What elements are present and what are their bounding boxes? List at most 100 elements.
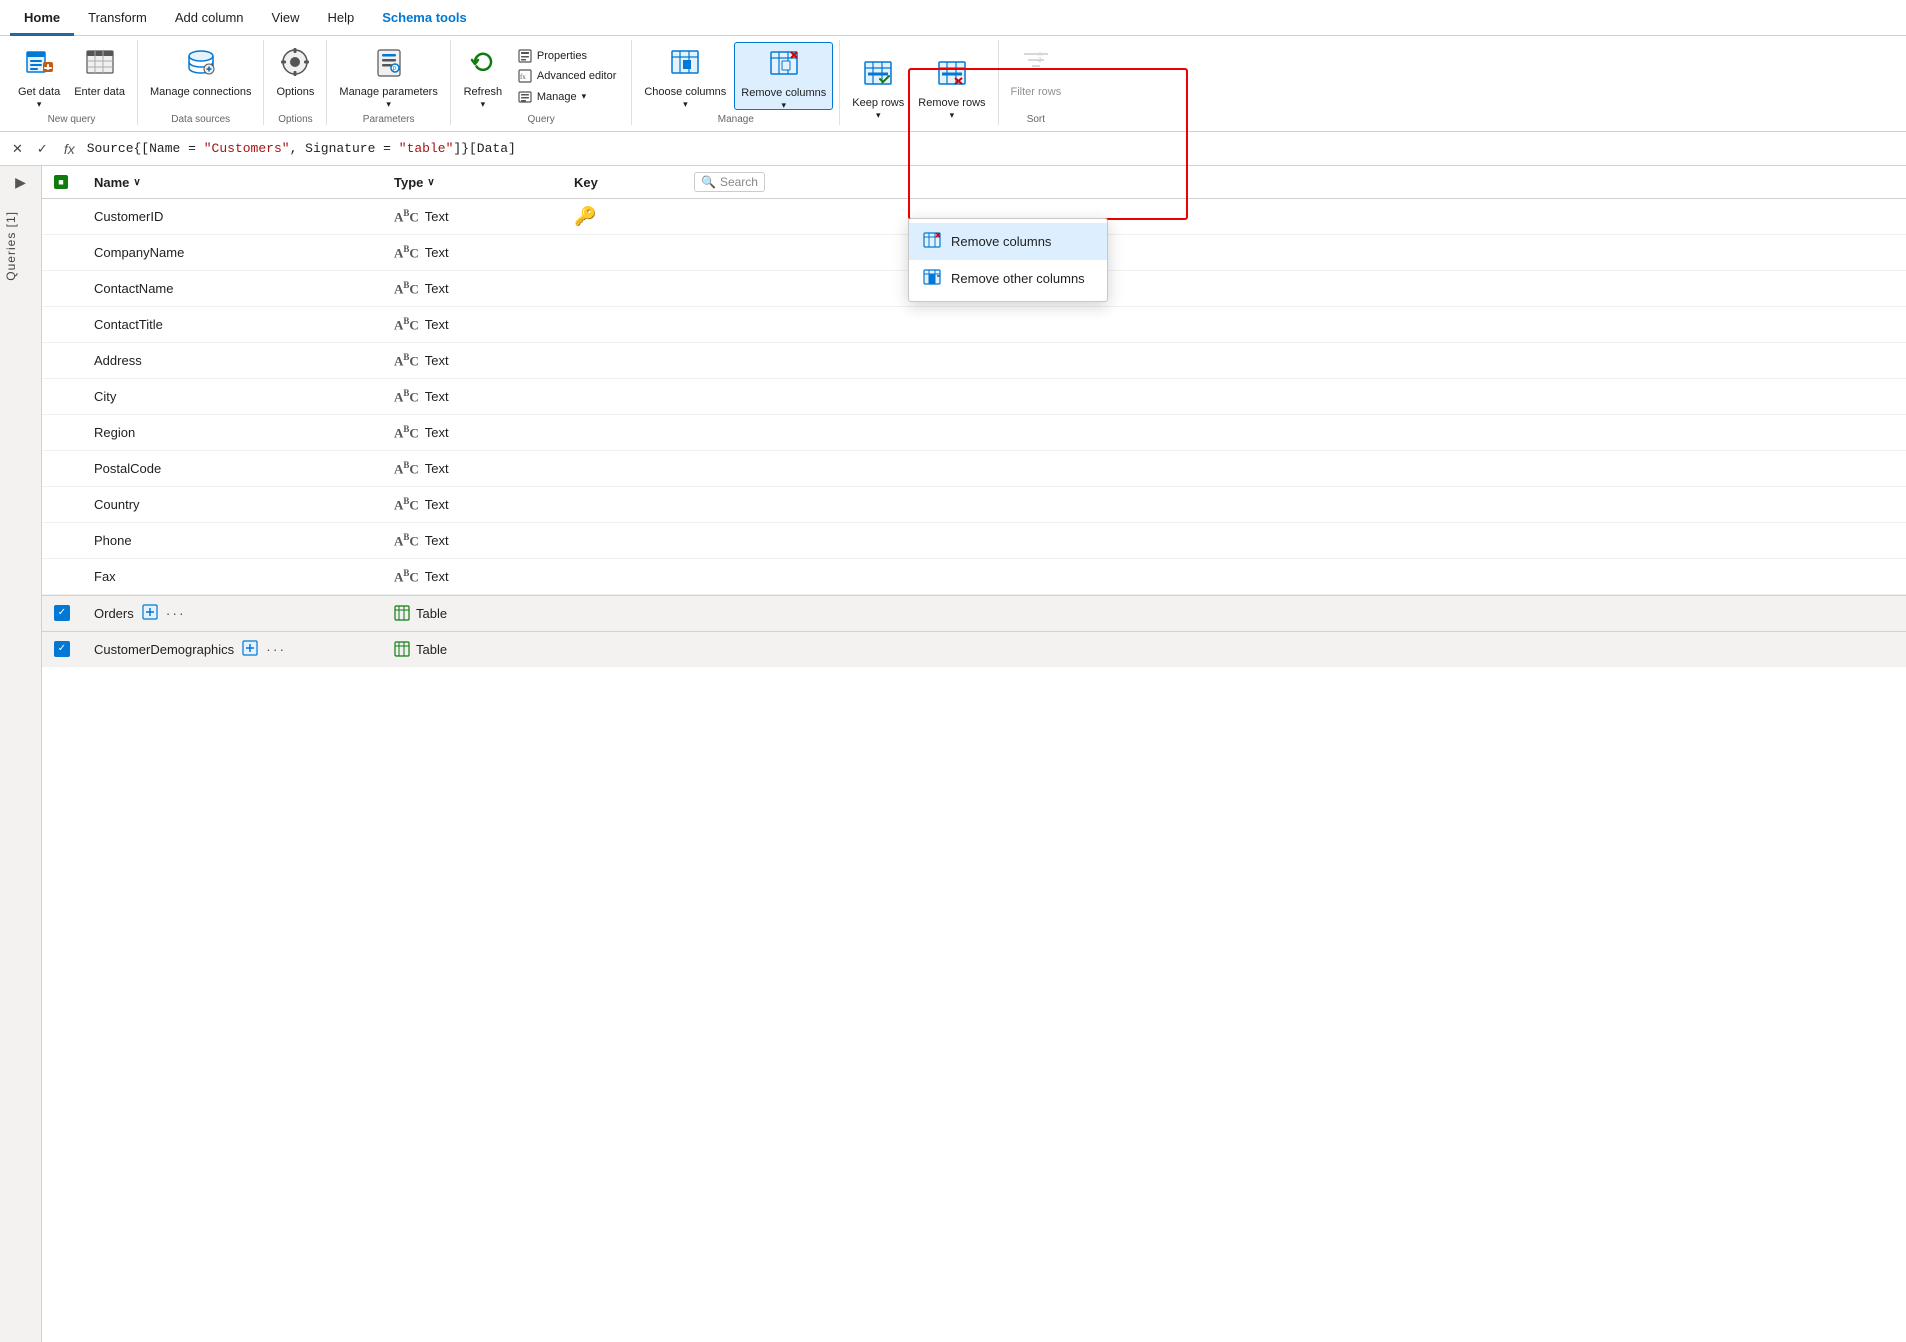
type-text-customerdemographics: Table bbox=[416, 642, 447, 657]
advanced-editor-icon: fx bbox=[518, 69, 532, 83]
filter-rows-icon: A Z bbox=[1020, 46, 1052, 83]
col-header-type[interactable]: Type ∨ bbox=[394, 175, 554, 190]
formula-text-end: ]}[Data] bbox=[453, 141, 515, 156]
formula-input[interactable]: Source{[Name = "Customers", Signature = … bbox=[87, 141, 1898, 156]
col-type-label: Type bbox=[394, 175, 423, 190]
choose-columns-button[interactable]: Choose columns ▾ bbox=[638, 42, 732, 110]
type-icon-contactname: ABC bbox=[394, 280, 419, 297]
table-row: Region ABC Text bbox=[42, 415, 1906, 451]
choose-columns-icon bbox=[669, 46, 701, 83]
table-row: Country ABC Text bbox=[42, 487, 1906, 523]
col-header-name[interactable]: Name ∨ bbox=[94, 175, 374, 190]
cell-type-customerdemographics: Table bbox=[394, 641, 554, 657]
properties-button[interactable]: Properties bbox=[513, 47, 622, 65]
enter-data-button[interactable]: Enter data bbox=[68, 42, 131, 110]
customerdemographics-expand-icon[interactable] bbox=[242, 640, 258, 659]
dropdown-item-remove-other-columns[interactable]: Remove other columns bbox=[909, 260, 1107, 297]
type-icon-address: ABC bbox=[394, 352, 419, 369]
manage-label: Manage bbox=[537, 90, 577, 104]
tab-transform[interactable]: Transform bbox=[74, 2, 161, 36]
customerdemographics-more-icon[interactable]: ··· bbox=[266, 641, 286, 657]
dropdown-remove-columns-label: Remove columns bbox=[951, 234, 1051, 249]
tab-home[interactable]: Home bbox=[10, 2, 74, 36]
cell-type-region: ABC Text bbox=[394, 424, 554, 441]
formula-name-value: "Customers" bbox=[204, 141, 290, 156]
type-icon-postalcode: ABC bbox=[394, 460, 419, 477]
type-icon-customerid: ABC bbox=[394, 208, 419, 225]
type-icon-phone: ABC bbox=[394, 532, 419, 549]
manage-parameters-button[interactable]: P Manage parameters ▾ bbox=[333, 42, 443, 110]
cell-type-address: ABC Text bbox=[394, 352, 554, 369]
get-data-button[interactable]: Get data ▾ bbox=[12, 42, 66, 110]
table-row: Address ABC Text bbox=[42, 343, 1906, 379]
remove-columns-dropdown: Remove columns Remove other columns bbox=[908, 218, 1108, 302]
remove-rows-button[interactable]: Remove rows ▾ bbox=[912, 53, 991, 121]
manage-connections-button[interactable]: Manage connections bbox=[144, 42, 258, 110]
type-text-phone: Text bbox=[425, 533, 449, 548]
sidebar-expand-icon: ▶ bbox=[15, 174, 26, 191]
keep-rows-label: Keep rows bbox=[852, 97, 904, 110]
refresh-button[interactable]: Refresh ▾ bbox=[457, 42, 509, 110]
type-icon-region: ABC bbox=[394, 424, 419, 441]
sort-group-label: Sort bbox=[1027, 114, 1045, 125]
manage-button[interactable]: Manage ▾ bbox=[513, 88, 622, 106]
tab-schema-tools[interactable]: Schema tools bbox=[368, 2, 481, 36]
orders-expand-icon[interactable] bbox=[142, 604, 158, 623]
cell-name-country: Country bbox=[94, 497, 374, 512]
advanced-editor-label: Advanced editor bbox=[537, 69, 617, 83]
properties-label: Properties bbox=[537, 49, 587, 63]
manage-parameters-icon: P bbox=[373, 46, 405, 83]
cell-type-postalcode: ABC Text bbox=[394, 460, 554, 477]
tab-add-column[interactable]: Add column bbox=[161, 2, 258, 36]
choose-columns-chevron: ▾ bbox=[683, 99, 688, 110]
cell-type-city: ABC Text bbox=[394, 388, 554, 405]
advanced-editor-button[interactable]: fx Advanced editor bbox=[513, 67, 622, 85]
remove-columns-button[interactable]: Remove columns ▾ bbox=[734, 42, 833, 110]
manage-connections-label: Manage connections bbox=[150, 86, 252, 99]
type-icon-city: ABC bbox=[394, 388, 419, 405]
ribbon-data-sources-buttons: Manage connections bbox=[144, 42, 258, 110]
get-data-label: Get data bbox=[18, 86, 60, 99]
cell-type-phone: ABC Text bbox=[394, 532, 554, 549]
table-body: CustomerID ABC Text 🔑 CompanyName ABC Te… bbox=[42, 199, 1906, 1342]
options-button[interactable]: Options bbox=[270, 42, 320, 110]
ribbon-rows-buttons: Keep rows ▾ Remove rows ▾ bbox=[846, 42, 991, 121]
search-box[interactable]: 🔍 Search bbox=[694, 172, 765, 192]
table-indicator: ■ bbox=[54, 175, 68, 189]
keep-rows-button[interactable]: Keep rows ▾ bbox=[846, 53, 910, 121]
tab-help[interactable]: Help bbox=[313, 2, 368, 36]
table-row: City ABC Text bbox=[42, 379, 1906, 415]
formula-cancel-button[interactable]: ✕ bbox=[8, 139, 27, 159]
customerdemographics-checkbox[interactable]: ✓ bbox=[54, 641, 70, 657]
remove-rows-icon bbox=[936, 57, 968, 94]
ribbon-group-manage-columns: Choose columns ▾ Remove columns bbox=[632, 40, 840, 125]
dropdown-remove-other-columns-icon bbox=[923, 268, 941, 289]
manage-columns-group-label: Manage bbox=[718, 114, 754, 125]
type-text-fax: Text bbox=[425, 569, 449, 584]
cell-name-customerid: CustomerID bbox=[94, 209, 374, 224]
svg-text:P: P bbox=[392, 67, 396, 73]
orders-checkbox[interactable]: ✓ bbox=[54, 605, 70, 621]
keep-rows-chevron: ▾ bbox=[876, 110, 881, 121]
queries-label[interactable]: Queries [1] bbox=[0, 199, 41, 293]
ribbon-group-data-sources: Manage connections Data sources bbox=[138, 40, 265, 125]
dropdown-remove-other-columns-label: Remove other columns bbox=[951, 271, 1085, 286]
table-row: ContactTitle ABC Text bbox=[42, 307, 1906, 343]
formula-confirm-button[interactable]: ✓ bbox=[33, 139, 52, 159]
orders-more-icon[interactable]: ··· bbox=[166, 605, 186, 621]
type-icon-contacttitle: ABC bbox=[394, 316, 419, 333]
tab-view[interactable]: View bbox=[258, 2, 314, 36]
query-row-customerdemographics: ✓ CustomerDemographics ··· bbox=[42, 631, 1906, 667]
refresh-icon bbox=[467, 46, 499, 83]
sidebar-expand-button[interactable]: ▶ bbox=[0, 166, 41, 199]
type-text-orders: Table bbox=[416, 606, 447, 621]
header-spacer: ■ bbox=[54, 175, 74, 189]
ribbon-group-query: Refresh ▾ Properties fx Advanced edit bbox=[451, 40, 633, 125]
filter-rows-button[interactable]: A Z Filter rows bbox=[1005, 42, 1068, 110]
table-row: Phone ABC Text bbox=[42, 523, 1906, 559]
ribbon-manage-column-buttons: Choose columns ▾ Remove columns bbox=[638, 42, 833, 110]
customerdemographics-name: CustomerDemographics bbox=[94, 642, 234, 657]
manage-parameters-chevron: ▾ bbox=[386, 99, 391, 110]
dropdown-item-remove-columns[interactable]: Remove columns bbox=[909, 223, 1107, 260]
get-data-chevron: ▾ bbox=[37, 99, 42, 110]
